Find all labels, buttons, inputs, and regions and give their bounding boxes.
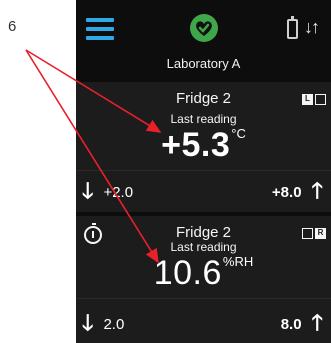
arrow-up-icon: 🡑: [311, 178, 323, 203]
high-limit-value: 8.0: [280, 315, 302, 333]
sync-arrows-icon[interactable]: ↓↑: [304, 17, 320, 38]
logger-badge-empty: [315, 94, 326, 105]
reading-value: +5.3: [161, 126, 231, 164]
menu-icon[interactable]: [86, 18, 114, 40]
callout-label: 6: [8, 18, 17, 35]
location-title: Laboratory A: [166, 56, 241, 71]
heart-check-icon: [190, 14, 218, 42]
logger-badge-empty: [302, 228, 313, 239]
arrow-down-icon: 🡓: [82, 310, 94, 335]
arrow-down-icon: 🡓: [82, 178, 94, 203]
last-reading-label: Last reading: [170, 240, 237, 254]
low-limit: 🡓 2.0: [82, 306, 124, 340]
divider: [76, 298, 331, 299]
sensor-name: Fridge 2: [175, 90, 232, 107]
status-bar: ↓↑: [76, 0, 331, 52]
reading-unit: %RH: [222, 254, 254, 269]
last-reading-label: Last reading: [170, 112, 237, 126]
high-limit: +8.0 🡑: [272, 174, 323, 208]
low-limit: 🡓 +2.0: [82, 174, 133, 208]
low-limit-value: 2.0: [103, 315, 125, 333]
divider: [76, 170, 331, 171]
logger-badge-l: L: [302, 94, 313, 105]
device-screen: ↓↑ Laboratory A Fridge 2 L Last reading …: [76, 0, 331, 343]
sensor-name: Fridge 2: [175, 224, 232, 241]
reading: 10.6%RH: [76, 254, 331, 293]
reading-value: 10.6: [153, 254, 222, 292]
arrow-up-icon: 🡑: [311, 310, 323, 335]
high-limit-value: +8.0: [271, 183, 302, 201]
reading-unit: °C: [231, 126, 246, 141]
reading: +5.3°C: [76, 126, 331, 165]
sensor-card-temperature[interactable]: Fridge 2 L Last reading +5.3°C 🡓 +2.0 +8.…: [76, 82, 331, 212]
low-limit-value: +2.0: [103, 183, 134, 201]
logger-badge-r: R: [315, 228, 326, 239]
high-limit: 8.0 🡑: [281, 306, 323, 340]
sensor-card-humidity[interactable]: Fridge 2 R Last reading 10.6%RH 🡓 2.0 8.0…: [76, 216, 331, 343]
battery-icon: [287, 16, 298, 39]
